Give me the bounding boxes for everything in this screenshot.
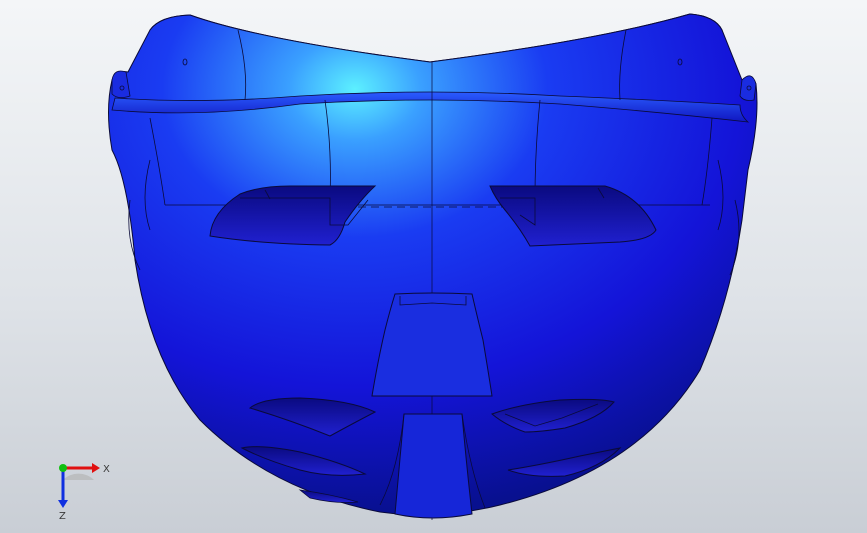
z-axis-arrow-icon [58, 500, 68, 508]
graphics-viewport[interactable]: X Z [0, 0, 867, 533]
mask-3d-model[interactable] [0, 0, 867, 533]
triad-plane-shading [63, 473, 94, 480]
x-axis-arrow-icon [92, 463, 100, 473]
reference-triad: X Z [58, 463, 110, 522]
right-ear-tab [739, 75, 757, 101]
x-axis-label: X [103, 464, 110, 475]
y-axis-dot-icon [59, 464, 67, 472]
z-axis-label: Z [59, 511, 66, 522]
chin-channel [394, 413, 473, 519]
